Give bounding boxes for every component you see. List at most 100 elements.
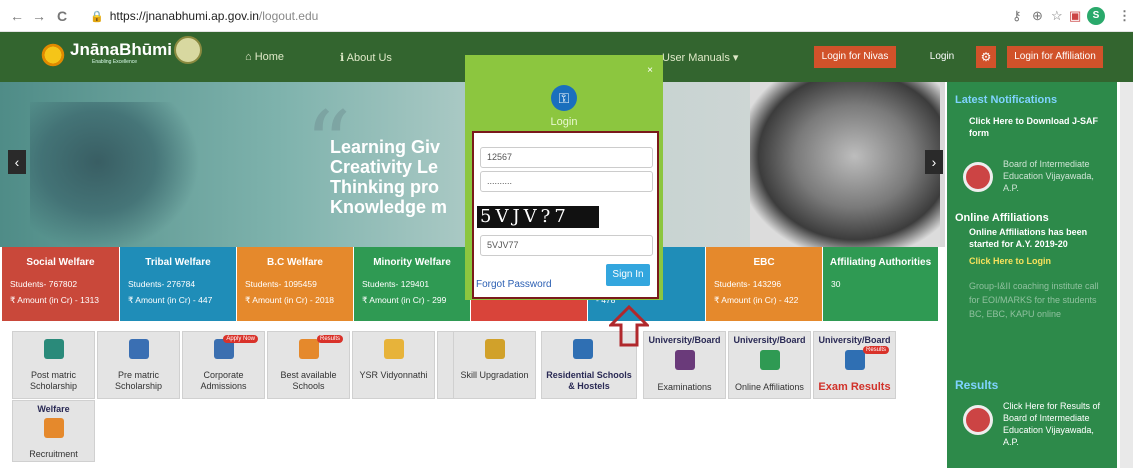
- tile-label: Pre matric Scholarship: [114, 370, 163, 391]
- nav-about-label: About Us: [346, 52, 392, 64]
- category-amount: ₹ Amount (in Cr) - 1313: [10, 295, 100, 305]
- tile-label: YSR Vidyonnathi: [359, 370, 428, 380]
- sun-icon: [40, 42, 66, 68]
- tile-label: Residential Schools & Hostels: [546, 370, 632, 391]
- click-to-login-link[interactable]: Click Here to Login: [969, 255, 1051, 267]
- board-text[interactable]: Board of Intermediate Education Vijayawa…: [1003, 158, 1108, 194]
- address-bar[interactable]: 🔒 https://jnanabhumi.ap.gov.in/logout.edu: [90, 5, 970, 27]
- category-tile[interactable]: Affiliating Authorities 30: [823, 247, 938, 321]
- password-field[interactable]: ..........: [480, 171, 653, 192]
- tile-badge: Results: [862, 346, 889, 354]
- url-path: /logout.edu: [258, 9, 319, 23]
- tile-header: University/Board: [733, 335, 806, 345]
- service-icon: [573, 339, 593, 359]
- login-form: 12567 .......... 5VJV?7 5VJV77 Forgot Pa…: [472, 131, 659, 299]
- carousel-prev-icon[interactable]: ‹: [8, 150, 26, 174]
- category-title: Social Welfare: [26, 257, 95, 268]
- login-affiliation-button[interactable]: Login for Affiliation: [1007, 46, 1103, 68]
- sign-in-button[interactable]: Sign In: [606, 264, 650, 286]
- tile-header: University/Board: [818, 335, 891, 345]
- hero-portrait-image: [750, 82, 940, 247]
- recruitment-icon: [44, 418, 64, 438]
- category-amount: ₹ Amount (in Cr) - 447: [128, 295, 213, 305]
- category-title: B.C Welfare: [267, 257, 323, 268]
- notifications-title: Latest Notifications: [955, 94, 1058, 106]
- service-tile[interactable]: University/Board Examinations: [643, 331, 726, 399]
- close-icon[interactable]: ×: [647, 65, 653, 76]
- welfare-recruitment-tile[interactable]: Welfare Recruitment: [12, 400, 95, 462]
- coaching-notice-text[interactable]: Group-I&II coaching institute call for E…: [969, 279, 1109, 321]
- service-tile[interactable]: Post matric Scholarship: [12, 331, 95, 399]
- hero-tagline: Learning Giv Creativity Le Thinking pro …: [330, 137, 447, 217]
- back-icon[interactable]: ←: [10, 8, 24, 24]
- profile-avatar[interactable]: S: [1087, 7, 1105, 25]
- hero-line: Creativity Le: [330, 157, 439, 177]
- state-emblem-icon: [174, 36, 202, 64]
- service-icon: [845, 350, 865, 370]
- hero-line: Learning Giv: [330, 137, 441, 157]
- service-tile[interactable]: Results Best available Schools: [267, 331, 350, 399]
- notifications-panel: Latest Notifications Click Here to Downl…: [947, 82, 1117, 468]
- username-field[interactable]: 12567: [480, 147, 653, 168]
- category-tile[interactable]: Social Welfare Students- 767802 ₹ Amount (…: [2, 247, 119, 321]
- page-scrollbar[interactable]: [1120, 82, 1133, 468]
- category-amount: ₹ Amount (in Cr) - 2018: [245, 295, 335, 305]
- captcha-image: 5VJV?7: [477, 206, 599, 228]
- category-amount: ₹ Amount (in Cr) - 299: [362, 295, 447, 305]
- service-tile[interactable]: Skill Upgradation: [453, 331, 536, 399]
- nav-user-manuals[interactable]: User Manuals ▾: [662, 51, 738, 64]
- logo-text: JnānaBhūmi: [70, 40, 173, 59]
- service-tile[interactable]: University/Board Results Exam Results: [813, 331, 896, 399]
- category-students: 30: [831, 279, 841, 289]
- service-tile[interactable]: Apply Now Corporate Admissions: [182, 331, 265, 399]
- service-icon: [675, 350, 695, 370]
- tile-label: Corporate Admissions: [200, 370, 247, 391]
- menu-icon[interactable]: ⋮: [1118, 8, 1131, 24]
- category-tile[interactable]: EBC Students- 143296 ₹ Amount (in Cr) - 42…: [706, 247, 822, 321]
- category-students: Students- 1095459: [245, 279, 317, 289]
- login-nivas-button[interactable]: Login for Nivas: [814, 46, 896, 68]
- results-link[interactable]: Click Here for Results of Board of Inter…: [1003, 400, 1108, 448]
- lock-icon: 🔒: [90, 11, 104, 23]
- login-modal: × ⚿ Login 12567 .......... 5VJV?7 5VJV77…: [465, 55, 663, 300]
- nav-about[interactable]: ℹ About Us: [340, 51, 392, 64]
- browser-toolbar: ← → C 🔒 https://jnanabhumi.ap.gov.in/logo…: [0, 0, 1133, 32]
- nav-home[interactable]: ⌂ Home: [245, 51, 284, 63]
- online-affiliations-title: Online Affiliations: [955, 212, 1049, 224]
- results-title: Results: [955, 378, 999, 392]
- service-tile[interactable]: Pre matric Scholarship: [97, 331, 180, 399]
- nav-home-label: Home: [254, 51, 285, 63]
- tile-badge: Results: [316, 335, 343, 343]
- forgot-password-link[interactable]: Forgot Password: [476, 279, 552, 290]
- category-students: Students- 129401: [362, 279, 430, 289]
- service-icon: [129, 339, 149, 359]
- gear-icon[interactable]: ⚙: [976, 46, 996, 68]
- annotation-arrow-icon: [609, 305, 649, 347]
- forward-icon[interactable]: →: [32, 8, 46, 24]
- service-tile[interactable]: University/Board Online Affiliations: [728, 331, 811, 399]
- category-title: Tribal Welfare: [145, 257, 211, 268]
- captcha-input[interactable]: 5VJV77: [480, 235, 653, 256]
- tile-header: University/Board: [648, 335, 721, 345]
- logo-tagline: Enabling Excellence: [92, 59, 138, 65]
- zoom-icon[interactable]: ⊕: [1032, 8, 1043, 24]
- category-tile[interactable]: Minority Welfare Students- 129401 ₹ Amount…: [354, 247, 470, 321]
- service-icon: [299, 339, 319, 359]
- carousel-next-icon[interactable]: ›: [925, 150, 943, 174]
- service-tile[interactable]: YSR Vidyonnathi: [352, 331, 435, 399]
- star-icon[interactable]: ☆: [1051, 8, 1063, 24]
- modal-title: Login: [550, 116, 578, 128]
- nav-user-manuals-label: User Manuals: [662, 52, 730, 64]
- category-tile[interactable]: B.C Welfare Students- 1095459 ₹ Amount (in…: [237, 247, 353, 321]
- tile-label: Examinations: [657, 382, 712, 392]
- category-tile[interactable]: Tribal Welfare Students- 276784 ₹ Amount (…: [120, 247, 236, 321]
- login-button[interactable]: Login: [924, 46, 960, 68]
- tile-label: Post matric Scholarship: [29, 370, 78, 391]
- reload-icon[interactable]: C: [57, 8, 67, 24]
- service-icon: [485, 339, 505, 359]
- extension-icon[interactable]: ▣: [1069, 8, 1081, 24]
- service-icon: [44, 339, 64, 359]
- download-jsaf-link[interactable]: Click Here to Download J-SAF form: [969, 115, 1109, 139]
- key-icon[interactable]: ⚷: [1012, 8, 1022, 24]
- url-host: https://jnanabhumi.ap.gov.in: [109, 9, 259, 23]
